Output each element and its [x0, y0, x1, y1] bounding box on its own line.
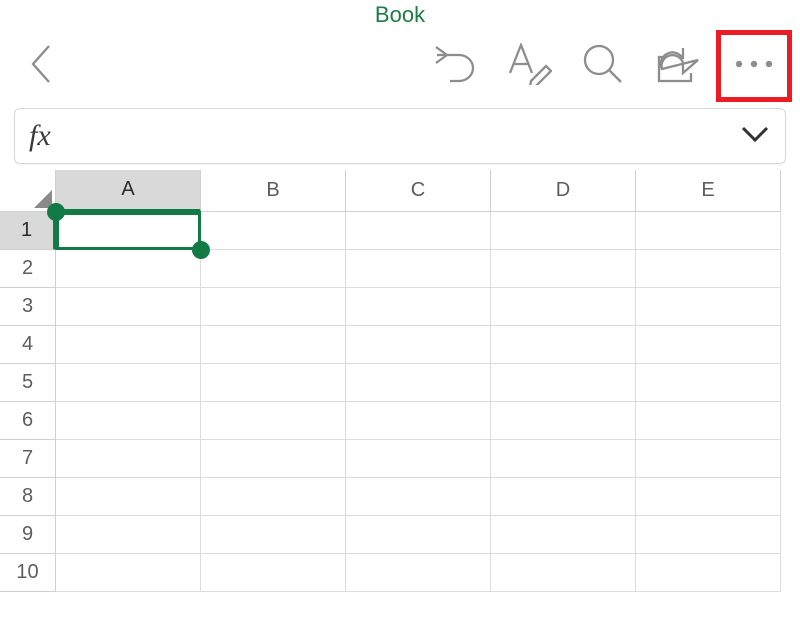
cell[interactable] [491, 250, 636, 288]
cell[interactable] [201, 326, 346, 364]
cell[interactable] [346, 554, 491, 592]
cell[interactable] [346, 402, 491, 440]
cell[interactable] [636, 250, 781, 288]
cell[interactable] [636, 478, 781, 516]
cell[interactable] [636, 288, 781, 326]
column-header-e[interactable]: E [636, 170, 781, 212]
cell[interactable] [201, 402, 346, 440]
cell[interactable] [346, 478, 491, 516]
more-options-button[interactable] [716, 30, 792, 102]
cell[interactable] [56, 516, 201, 554]
cell[interactable] [491, 212, 636, 250]
formula-bar: fx [14, 108, 786, 164]
cell[interactable] [201, 478, 346, 516]
cell[interactable] [346, 212, 491, 250]
cell[interactable] [56, 288, 201, 326]
font-pen-icon [506, 43, 552, 90]
cell[interactable] [346, 516, 491, 554]
cell[interactable] [491, 516, 636, 554]
cell[interactable] [56, 440, 201, 478]
chevron-down-icon [740, 125, 770, 148]
undo-button[interactable] [420, 35, 490, 97]
row-header-5[interactable]: 5 [0, 364, 56, 402]
fx-label: fx [29, 119, 83, 153]
font-edit-button[interactable] [494, 35, 564, 97]
cell[interactable] [56, 212, 201, 250]
back-button[interactable] [14, 35, 70, 97]
column-header-a[interactable]: A [56, 170, 201, 212]
cell[interactable] [636, 212, 781, 250]
cell[interactable] [201, 250, 346, 288]
cell[interactable] [201, 212, 346, 250]
cell[interactable] [56, 554, 201, 592]
row-header-1[interactable]: 1 [0, 212, 56, 250]
undo-icon [433, 44, 477, 89]
ellipsis-icon [732, 57, 776, 75]
cell[interactable] [491, 364, 636, 402]
cell[interactable] [636, 326, 781, 364]
cell[interactable] [636, 516, 781, 554]
formula-expand-button[interactable] [735, 116, 775, 156]
chevron-left-icon [27, 42, 57, 91]
cell[interactable] [346, 364, 491, 402]
search-button[interactable] [568, 35, 638, 97]
row-header-7[interactable]: 7 [0, 440, 56, 478]
column-header-d[interactable]: D [491, 170, 636, 212]
cell[interactable] [491, 326, 636, 364]
cell[interactable] [491, 402, 636, 440]
spreadsheet-grid[interactable]: A B C D E 1 2 3 4 5 6 7 8 9 10 [0, 170, 800, 592]
row-header-3[interactable]: 3 [0, 288, 56, 326]
column-headers: A B C D E [0, 170, 800, 212]
cell[interactable] [201, 516, 346, 554]
cell[interactable] [636, 554, 781, 592]
cell[interactable] [636, 440, 781, 478]
row-header-6[interactable]: 6 [0, 402, 56, 440]
column-header-c[interactable]: C [346, 170, 491, 212]
cell[interactable] [56, 250, 201, 288]
row-header-8[interactable]: 8 [0, 478, 56, 516]
cell[interactable] [491, 554, 636, 592]
cell[interactable] [56, 326, 201, 364]
row-header-10[interactable]: 10 [0, 554, 56, 592]
cell[interactable] [636, 364, 781, 402]
row-header-4[interactable]: 4 [0, 326, 56, 364]
column-header-b[interactable]: B [201, 170, 346, 212]
cell[interactable] [201, 288, 346, 326]
formula-input[interactable] [83, 109, 735, 163]
cell[interactable] [201, 440, 346, 478]
row-header-9[interactable]: 9 [0, 516, 56, 554]
cell[interactable] [491, 440, 636, 478]
cell[interactable] [346, 250, 491, 288]
search-icon [582, 43, 624, 90]
cell[interactable] [201, 554, 346, 592]
cell[interactable] [56, 364, 201, 402]
cell[interactable] [56, 402, 201, 440]
cell[interactable] [346, 288, 491, 326]
cell[interactable] [201, 364, 346, 402]
share-icon [655, 43, 699, 90]
share-button[interactable] [642, 35, 712, 97]
toolbar [0, 30, 800, 102]
cell[interactable] [636, 402, 781, 440]
rows: 1 2 3 4 5 6 7 8 9 10 [0, 212, 800, 592]
row-header-2[interactable]: 2 [0, 250, 56, 288]
cell[interactable] [491, 288, 636, 326]
cell[interactable] [56, 478, 201, 516]
select-all-corner[interactable] [0, 170, 56, 212]
cell[interactable] [491, 478, 636, 516]
cell[interactable] [346, 440, 491, 478]
cell[interactable] [346, 326, 491, 364]
document-title: Book [0, 0, 800, 30]
